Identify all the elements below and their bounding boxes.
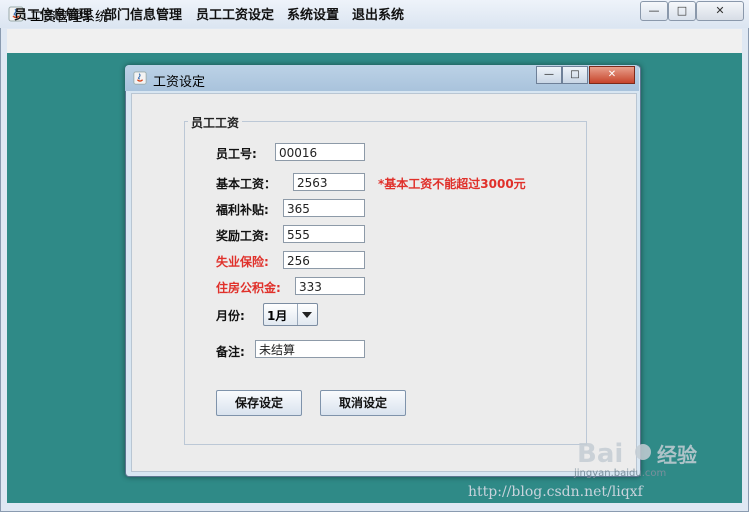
menu-employee-info[interactable]: 员工信息管理: [14, 4, 92, 23]
remark-field[interactable]: 未结算: [255, 340, 365, 358]
maximize-icon: □: [570, 69, 580, 80]
watermark-url: http://blog.csdn.net/liqxf: [468, 484, 643, 500]
dialog-close-button[interactable]: ✕: [589, 66, 635, 84]
month-label: 月份:: [216, 309, 245, 323]
main-minimize-button[interactable]: —: [640, 1, 668, 21]
svg-text:Bai: Bai: [577, 439, 623, 469]
dialog-minimize-button[interactable]: —: [536, 66, 562, 84]
bonus-label: 奖励工资:: [216, 229, 269, 243]
main-close-button[interactable]: ✕: [696, 1, 744, 21]
save-button[interactable]: 保存设定: [216, 390, 302, 416]
java-dialog-icon: [133, 71, 147, 85]
minimize-icon: —: [648, 4, 660, 17]
unemployment-field[interactable]: 256: [283, 251, 365, 269]
base-salary-label: 基本工资：: [216, 177, 277, 191]
base-salary-field[interactable]: 2563: [293, 173, 365, 191]
welfare-label: 福利补贴:: [216, 203, 269, 217]
employee-no-field[interactable]: 00016: [275, 143, 365, 161]
welfare-field[interactable]: 365: [283, 199, 365, 217]
svg-text:经验: 经验: [657, 443, 697, 467]
close-icon: ✕: [607, 69, 617, 80]
maximize-icon: □: [676, 4, 688, 17]
minimize-icon: —: [544, 69, 554, 80]
base-salary-warning: *基本工资不能超过3000元: [378, 177, 526, 191]
cancel-button[interactable]: 取消设定: [320, 390, 406, 416]
unemployment-label: 失业保险:: [216, 255, 269, 269]
month-select-value: 1月: [267, 309, 288, 323]
salary-groupbox-title: 员工工资: [188, 114, 243, 131]
close-icon: ✕: [715, 4, 725, 17]
employee-no-label: 员工号:: [216, 147, 257, 161]
salary-dialog-title: 工资设定: [153, 75, 206, 90]
menu-department-info[interactable]: 部门信息管理: [104, 4, 182, 23]
housing-fund-field[interactable]: 333: [295, 277, 365, 295]
chevron-down-icon: [302, 312, 312, 318]
menubar: [7, 29, 742, 54]
main-maximize-button[interactable]: □: [668, 1, 696, 21]
menu-salary-setting[interactable]: 员工工资设定: [196, 4, 274, 23]
menu-system-settings[interactable]: 系统设置: [287, 4, 339, 23]
dialog-maximize-button[interactable]: □: [562, 66, 588, 84]
bonus-field[interactable]: 555: [283, 225, 365, 243]
baidu-watermark-logo: Bai 经验: [577, 439, 697, 469]
watermark-site: jingyan.baidu.com: [574, 468, 667, 479]
remark-label: 备注:: [216, 345, 245, 359]
menu-exit[interactable]: 退出系统: [352, 4, 404, 23]
housing-fund-label: 住房公积金:: [216, 281, 281, 295]
